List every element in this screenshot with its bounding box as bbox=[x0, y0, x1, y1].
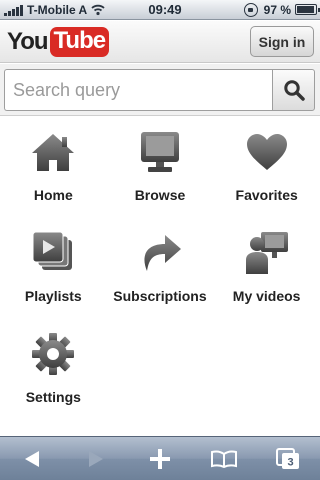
menu-row: Home Browse Favorites bbox=[0, 117, 320, 218]
gear-icon bbox=[32, 333, 75, 375]
search-input[interactable] bbox=[4, 69, 272, 111]
menu-item-my-videos[interactable]: My videos bbox=[213, 218, 320, 319]
carrier-name: T-Mobile A bbox=[27, 2, 88, 17]
menu-item-label: Subscriptions bbox=[113, 288, 207, 304]
add-button[interactable] bbox=[140, 439, 180, 479]
menu-item-subscriptions[interactable]: Subscriptions bbox=[107, 218, 214, 319]
wifi-icon bbox=[91, 4, 105, 15]
menu-item-label: Browse bbox=[134, 187, 186, 203]
bookmarks-button[interactable] bbox=[204, 439, 244, 479]
monitor-icon bbox=[140, 132, 179, 172]
status-bar: T-Mobile A 09:49 97 % bbox=[0, 0, 320, 20]
menu-item-label: My videos bbox=[232, 288, 301, 304]
menu-item-label: Playlists bbox=[24, 288, 82, 304]
pages-button[interactable]: 3 bbox=[268, 439, 308, 479]
logo-you-text: You bbox=[7, 28, 49, 55]
status-right: 97 % bbox=[210, 2, 320, 17]
menu-row: Playlists Subscriptions My videos bbox=[0, 218, 320, 319]
menu-item-label: Settings bbox=[25, 389, 81, 405]
menu-item-favorites[interactable]: Favorites bbox=[213, 117, 320, 218]
menu-item-label: Home bbox=[33, 187, 73, 203]
pages-icon: 3 bbox=[276, 447, 299, 469]
signal-strength-icon bbox=[4, 4, 24, 16]
home-icon bbox=[32, 134, 75, 171]
heart-icon bbox=[246, 134, 287, 170]
orientation-lock-icon bbox=[243, 2, 258, 17]
user-video-icon bbox=[245, 232, 288, 274]
menu-item-label: Favorites bbox=[235, 187, 298, 203]
pages-count: 3 bbox=[287, 456, 293, 468]
add-icon bbox=[150, 448, 170, 469]
logo-tube-text: Tube bbox=[49, 27, 110, 57]
share-arrow-icon bbox=[144, 235, 181, 271]
playlist-icon bbox=[32, 231, 73, 270]
menu-grid: Home Browse Favorites Playlists Subscrip… bbox=[0, 117, 320, 420]
back-icon bbox=[25, 450, 39, 467]
back-button[interactable] bbox=[12, 439, 52, 479]
forward-button[interactable] bbox=[76, 439, 116, 479]
bookmarks-icon bbox=[211, 449, 237, 468]
status-time: 09:49 bbox=[148, 2, 182, 17]
menu-row: Settings bbox=[0, 319, 320, 420]
search-button[interactable] bbox=[272, 69, 315, 111]
browser-toolbar: 3 bbox=[0, 436, 320, 480]
status-left: T-Mobile A bbox=[0, 3, 120, 17]
battery-percent: 97 % bbox=[263, 2, 291, 17]
search-bar bbox=[0, 64, 320, 116]
menu-item-browse[interactable]: Browse bbox=[107, 117, 214, 218]
app-header: You Tube Sign in bbox=[0, 21, 320, 63]
battery-icon bbox=[295, 4, 320, 15]
forward-icon bbox=[89, 450, 103, 467]
menu-item-playlists[interactable]: Playlists bbox=[0, 218, 107, 319]
menu-item-home[interactable]: Home bbox=[0, 117, 107, 218]
magnifier-icon bbox=[283, 80, 305, 101]
menu-item-settings[interactable]: Settings bbox=[0, 319, 107, 420]
sign-in-button[interactable]: Sign in bbox=[250, 26, 314, 57]
youtube-logo[interactable]: You Tube bbox=[7, 27, 110, 57]
